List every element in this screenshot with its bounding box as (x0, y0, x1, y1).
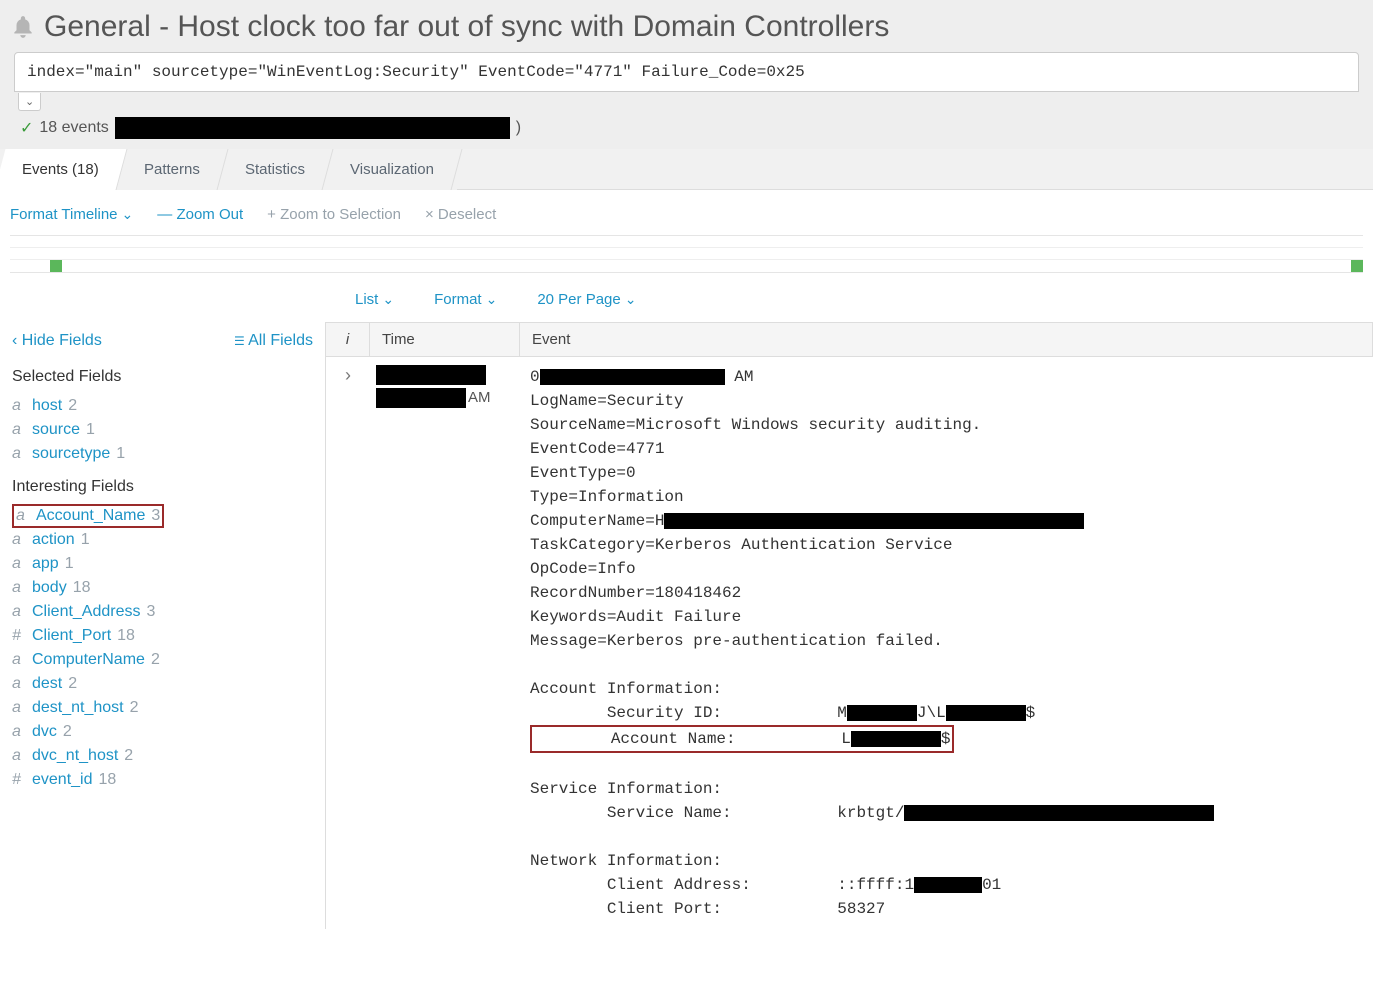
field-dvc_nt_host[interactable]: dvc_nt_host (32, 747, 118, 765)
zoom-out-button[interactable]: — Zoom Out (157, 206, 243, 223)
field-Client_Port[interactable]: Client_Port (32, 627, 111, 645)
field-source[interactable]: source (32, 421, 80, 439)
field-Account_Name[interactable]: Account_Name (36, 507, 145, 525)
expand-search-icon[interactable]: ⌄ (18, 93, 41, 111)
view-list-button[interactable]: List (355, 291, 394, 308)
format-button[interactable]: Format (434, 291, 497, 308)
timeline[interactable] (10, 235, 1363, 273)
interesting-fields-heading: Interesting Fields (12, 478, 313, 496)
field-dest_nt_host[interactable]: dest_nt_host (32, 699, 124, 717)
tab-statistics[interactable]: Statistics (217, 149, 333, 190)
search-input[interactable] (27, 63, 1346, 81)
events-suffix: ) (516, 119, 521, 137)
per-page-button[interactable]: 20 Per Page (537, 291, 636, 308)
col-event[interactable]: Event (520, 323, 1373, 356)
all-fields-button[interactable]: All Fields (234, 332, 313, 350)
field-app[interactable]: app (32, 555, 59, 573)
tabs: Events (18) Patterns Statistics Visualiz… (0, 149, 1373, 190)
deselect-button: × Deselect (425, 206, 496, 223)
field-body[interactable]: body (32, 579, 67, 597)
event-time: AM (370, 357, 520, 929)
redacted (115, 117, 510, 139)
fields-sidebar: Hide Fields All Fields Selected Fields a… (0, 322, 325, 929)
field-ComputerName[interactable]: ComputerName (32, 651, 145, 669)
check-icon: ✓ (20, 118, 33, 138)
field-action[interactable]: action (32, 531, 75, 549)
tab-visualization[interactable]: Visualization (322, 149, 462, 190)
col-info: i (326, 323, 370, 356)
page-title: General - Host clock too far out of sync… (44, 10, 889, 44)
bell-icon (10, 14, 36, 40)
zoom-selection-button: + Zoom to Selection (267, 206, 401, 223)
event-count: 18 events (39, 119, 108, 137)
selected-fields-heading: Selected Fields (12, 368, 313, 386)
field-dest[interactable]: dest (32, 675, 62, 693)
field-dvc[interactable]: dvc (32, 723, 57, 741)
tab-patterns[interactable]: Patterns (116, 149, 228, 190)
search-box[interactable] (14, 52, 1359, 92)
results-table: i Time Event › AM 0 AM LogName=Security … (325, 322, 1373, 929)
account-name-highlight: Account Name: L$ (530, 725, 954, 753)
tab-events[interactable]: Events (18) (0, 149, 127, 190)
event-raw[interactable]: 0 AM LogName=Security SourceName=Microso… (520, 357, 1373, 929)
field-Client_Address[interactable]: Client_Address (32, 603, 141, 621)
format-timeline-button[interactable]: Format Timeline (10, 206, 133, 223)
field-host[interactable]: host (32, 397, 62, 415)
field-sourcetype[interactable]: sourcetype (32, 445, 110, 463)
field-event_id[interactable]: event_id (32, 771, 93, 789)
hide-fields-button[interactable]: Hide Fields (12, 332, 102, 350)
expand-row-icon[interactable]: › (326, 357, 370, 929)
col-time[interactable]: Time (370, 323, 520, 356)
